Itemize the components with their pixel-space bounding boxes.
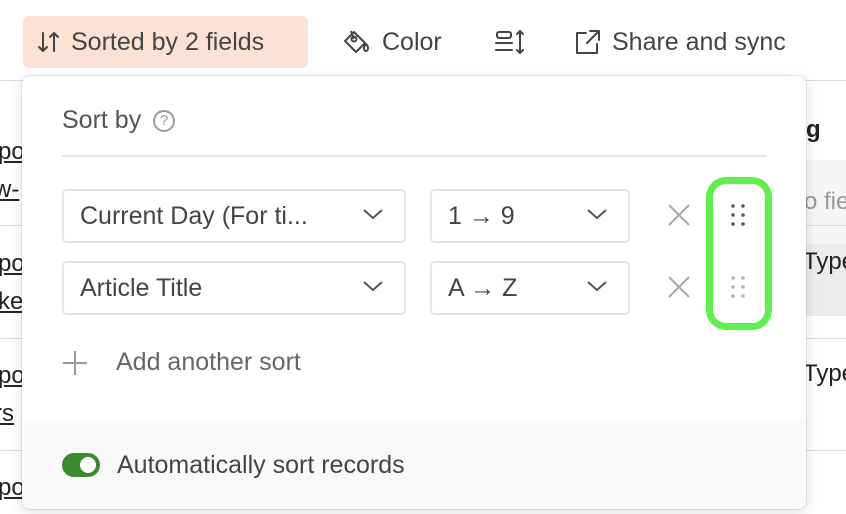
sort-rule: Article Title A → Z xyxy=(62,261,782,317)
column-header-fragment: g xyxy=(806,116,821,143)
chevron-down-icon xyxy=(363,209,383,220)
sort-arrows-icon xyxy=(38,32,59,52)
cell-fragment[interactable]: ke xyxy=(0,288,23,316)
share-button-label: Share and sync xyxy=(612,27,786,56)
cell-fragment[interactable]: w- xyxy=(0,176,19,204)
cell-fragment[interactable]: po xyxy=(0,250,25,278)
toggle-knob xyxy=(80,457,96,473)
cell-fragment: Type xyxy=(803,248,846,275)
external-link-icon xyxy=(576,30,600,54)
close-icon[interactable] xyxy=(666,274,692,300)
paint-bucket-icon xyxy=(344,30,369,53)
color-button-label: Color xyxy=(382,27,442,56)
cell-fragment[interactable]: po xyxy=(0,362,25,390)
row-height-button[interactable] xyxy=(480,16,550,68)
popover-header: Sort by ? xyxy=(62,106,176,135)
auto-sort-label: Automatically sort records xyxy=(117,451,405,479)
chevron-down-icon xyxy=(363,281,383,292)
sort-direction-value: 1 → 9 xyxy=(448,201,515,230)
sort-direction-value: A → Z xyxy=(448,273,518,302)
share-and-sync-button[interactable]: Share and sync xyxy=(560,16,800,68)
divider xyxy=(62,155,767,157)
chevron-down-icon xyxy=(587,281,607,292)
sort-button-label: Sorted by 2 fields xyxy=(71,27,265,56)
group-fragment: o fie xyxy=(804,188,846,215)
add-sort-label: Add another sort xyxy=(116,348,301,376)
cell-fragment[interactable]: po xyxy=(0,474,25,502)
sort-field-select[interactable]: Article Title xyxy=(62,261,406,315)
chevron-down-icon xyxy=(587,209,607,220)
sort-field-value: Article Title xyxy=(80,273,203,302)
question-circle-icon[interactable]: ? xyxy=(153,109,176,132)
add-another-sort-button[interactable]: Add another sort xyxy=(62,348,301,377)
sort-button[interactable]: Sorted by 2 fields xyxy=(23,16,308,68)
auto-sort-toggle[interactable] xyxy=(62,453,100,477)
sort-direction-select[interactable]: A → Z xyxy=(430,261,630,315)
popover-title: Sort by xyxy=(62,106,142,134)
plus-icon xyxy=(63,350,87,375)
cell-fragment[interactable]: rs xyxy=(0,400,14,428)
sort-field-value: Current Day (For ti... xyxy=(80,201,308,230)
row-height-icon xyxy=(495,29,524,55)
sort-popover: Sort by ? Current Day (For ti... 1 → 9 A… xyxy=(22,76,806,509)
sort-direction-select[interactable]: 1 → 9 xyxy=(430,189,630,243)
sort-field-select[interactable]: Current Day (For ti... xyxy=(62,189,406,243)
cell-fragment: Type xyxy=(803,360,846,387)
drag-handle-highlight xyxy=(706,177,772,330)
close-icon[interactable] xyxy=(666,202,692,228)
color-button[interactable]: Color xyxy=(328,16,456,68)
view-toolbar: Sorted by 2 fields Color Share and sync xyxy=(0,0,846,80)
sort-rule: Current Day (For ti... 1 → 9 xyxy=(62,189,782,245)
cell-fragment[interactable]: po xyxy=(0,138,25,166)
popover-footer: Automatically sort records xyxy=(22,421,806,509)
